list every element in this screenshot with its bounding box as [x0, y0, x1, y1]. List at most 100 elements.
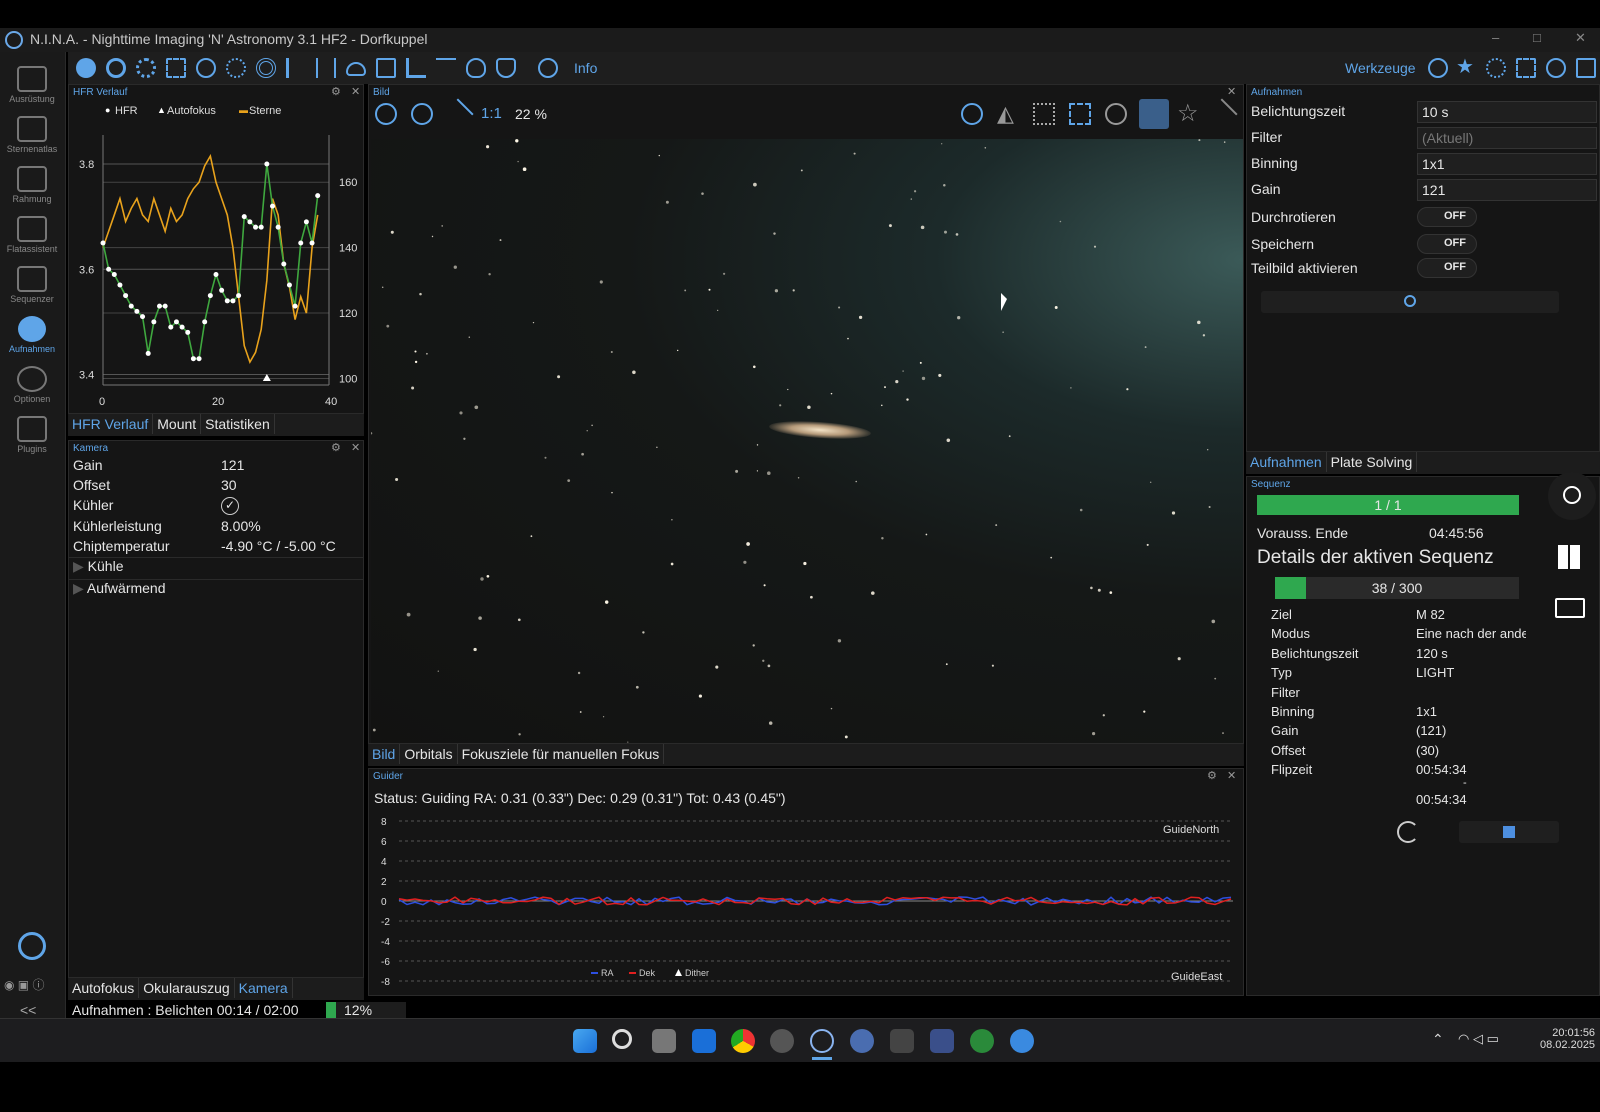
windows-overlay-icon[interactable] — [1558, 545, 1582, 569]
tool-icon-3[interactable] — [1516, 58, 1536, 78]
imaging-tool-icon[interactable] — [76, 58, 96, 78]
tray-chevron-icon[interactable]: ⌃ — [1432, 1031, 1444, 1048]
task-view-icon[interactable] — [652, 1029, 676, 1053]
wifi-volume-battery-icons[interactable]: ◠ ◁ ▭ — [1458, 1031, 1499, 1047]
guider-icon[interactable] — [256, 58, 276, 78]
tab-fokusziele[interactable]: Fokusziele für manuellen Fokus — [458, 744, 665, 764]
tray-clock[interactable]: 20:01:56 08.02.2025 — [1540, 1027, 1595, 1051]
power-icon[interactable] — [18, 932, 46, 960]
sidebar-item-framing[interactable]: Rahmung — [0, 160, 64, 210]
sidebar-item-options[interactable]: Optionen — [0, 360, 64, 410]
crosshair-icon[interactable] — [1105, 103, 1127, 125]
dome-icon[interactable] — [376, 58, 396, 78]
collapse-sidebar-button[interactable]: << — [20, 1002, 36, 1018]
app-icon-3[interactable] — [890, 1029, 914, 1053]
flip-icon[interactable]: ◭ — [997, 101, 1014, 127]
filterwheel-icon[interactable] — [136, 58, 156, 78]
sidebar-item-skyatlas[interactable]: Sternenatlas — [0, 110, 64, 160]
close-button[interactable]: ✕ — [1575, 30, 1586, 46]
tool-icon-1[interactable] — [1428, 58, 1448, 78]
tab-mount[interactable]: Mount — [153, 414, 202, 434]
app-icon-1[interactable] — [770, 1029, 794, 1053]
tab-plate-solving[interactable]: Plate Solving — [1327, 452, 1418, 472]
lens-icon[interactable] — [1206, 98, 1238, 130]
maximize-button[interactable]: □ — [1533, 30, 1541, 45]
star — [1214, 677, 1217, 680]
app-icon-2[interactable] — [850, 1029, 874, 1053]
exposure-input[interactable]: 10 s — [1417, 101, 1597, 123]
app-icon-5[interactable] — [970, 1029, 994, 1053]
nina-taskbar-icon[interactable] — [810, 1029, 834, 1053]
zoom-1to1-button[interactable]: 1:1 — [481, 105, 502, 122]
focus-icon[interactable] — [166, 58, 186, 78]
sidebar-item-imaging[interactable]: Aufnahmen — [0, 310, 64, 360]
tab-aufnahmen[interactable]: Aufnahmen — [1246, 452, 1327, 472]
sidebar-item-plugins[interactable]: Plugins — [0, 410, 64, 460]
star — [1223, 141, 1226, 143]
trend-icon[interactable] — [436, 58, 456, 78]
sliders-icon[interactable] — [316, 58, 336, 78]
tool-icon-2[interactable] — [1486, 58, 1506, 78]
app-icon-6[interactable] — [1010, 1029, 1034, 1053]
pin-icon[interactable]: ⚙ — [331, 85, 341, 98]
close-icon[interactable]: ✕ — [1227, 85, 1236, 98]
tab-orbitals[interactable]: Orbitals — [400, 744, 458, 764]
sidebar-item-flatwizard[interactable]: Flatassistent — [0, 210, 64, 260]
tools-label[interactable]: Werkzeuge — [1345, 60, 1416, 76]
keyboard-overlay-icon[interactable] — [1555, 598, 1585, 618]
star-detect-icon[interactable] — [1069, 103, 1091, 125]
speichern-toggle[interactable]: OFF — [1417, 234, 1477, 254]
kuehle-expander[interactable]: ▶ Kühle — [69, 557, 363, 579]
gain-input[interactable]: 121 — [1417, 179, 1597, 201]
telescope-icon[interactable] — [226, 58, 246, 78]
bulb-icon[interactable] — [466, 58, 486, 78]
star-annotation-icon[interactable]: ☆ — [1177, 99, 1199, 128]
minimize-button[interactable]: – — [1492, 30, 1499, 45]
tab-bild[interactable]: Bild — [368, 744, 401, 764]
stop-sequence-button[interactable] — [1459, 821, 1559, 843]
windows-start-icon[interactable] — [573, 1029, 597, 1053]
sidebar-item-equipment[interactable]: Ausrüstung — [0, 60, 64, 110]
statistics-icon[interactable] — [406, 58, 426, 78]
star-image[interactable] — [371, 139, 1243, 743]
tab-kamera[interactable]: Kamera — [235, 978, 293, 998]
app-icon-4[interactable] — [930, 1029, 954, 1053]
grid-icon[interactable] — [1033, 103, 1055, 125]
sequence-list-icon[interactable] — [286, 58, 306, 78]
close-icon[interactable]: ✕ — [351, 85, 360, 98]
tab-statistiken[interactable]: Statistiken — [201, 414, 275, 434]
history-icon[interactable] — [1546, 58, 1566, 78]
star-icon[interactable]: ★ — [1456, 54, 1474, 79]
stretch-toggle-button[interactable] — [1139, 99, 1169, 129]
fit-icon[interactable] — [442, 98, 474, 130]
outlook-icon[interactable] — [692, 1029, 716, 1053]
magnifier-overlay-button[interactable] — [1548, 472, 1596, 520]
safety-icon[interactable] — [496, 58, 516, 78]
chrome-icon[interactable] — [731, 1029, 755, 1053]
rotator-icon[interactable] — [196, 58, 216, 78]
pin-icon[interactable]: ⚙ — [331, 441, 341, 454]
aufwaermend-expander[interactable]: ▶ Aufwärmend — [69, 579, 363, 601]
zoom-out-icon[interactable] — [411, 103, 433, 125]
close-icon[interactable]: ✕ — [1227, 769, 1236, 782]
tab-okularauszug[interactable]: Okularauszug — [139, 978, 235, 998]
binning-select[interactable]: 1x1 — [1417, 153, 1597, 175]
tab-autofokus[interactable]: Autofokus — [68, 978, 140, 998]
sidebar-item-sequencer[interactable]: Sequenzer — [0, 260, 64, 310]
weather-icon[interactable] — [346, 62, 366, 76]
start-capture-button[interactable] — [1261, 291, 1559, 313]
filter-select[interactable]: (Aktuell) — [1417, 127, 1597, 149]
info-icon[interactable] — [538, 58, 558, 78]
teilbild-toggle[interactable]: OFF — [1417, 258, 1477, 278]
close-icon[interactable]: ✕ — [351, 441, 360, 454]
durchrotieren-toggle[interactable]: OFF — [1417, 207, 1477, 227]
tab-hfr-verlauf[interactable]: HFR Verlauf — [68, 414, 154, 434]
zoom-in-icon[interactable] — [375, 103, 397, 125]
rotate-icon[interactable] — [961, 103, 983, 125]
loop-icon[interactable] — [106, 58, 126, 78]
tool-icon-4[interactable] — [1576, 58, 1596, 78]
search-icon[interactable] — [612, 1029, 632, 1049]
info-label[interactable]: Info — [574, 60, 597, 76]
star — [610, 350, 613, 354]
pin-icon[interactable]: ⚙ — [1207, 769, 1217, 782]
